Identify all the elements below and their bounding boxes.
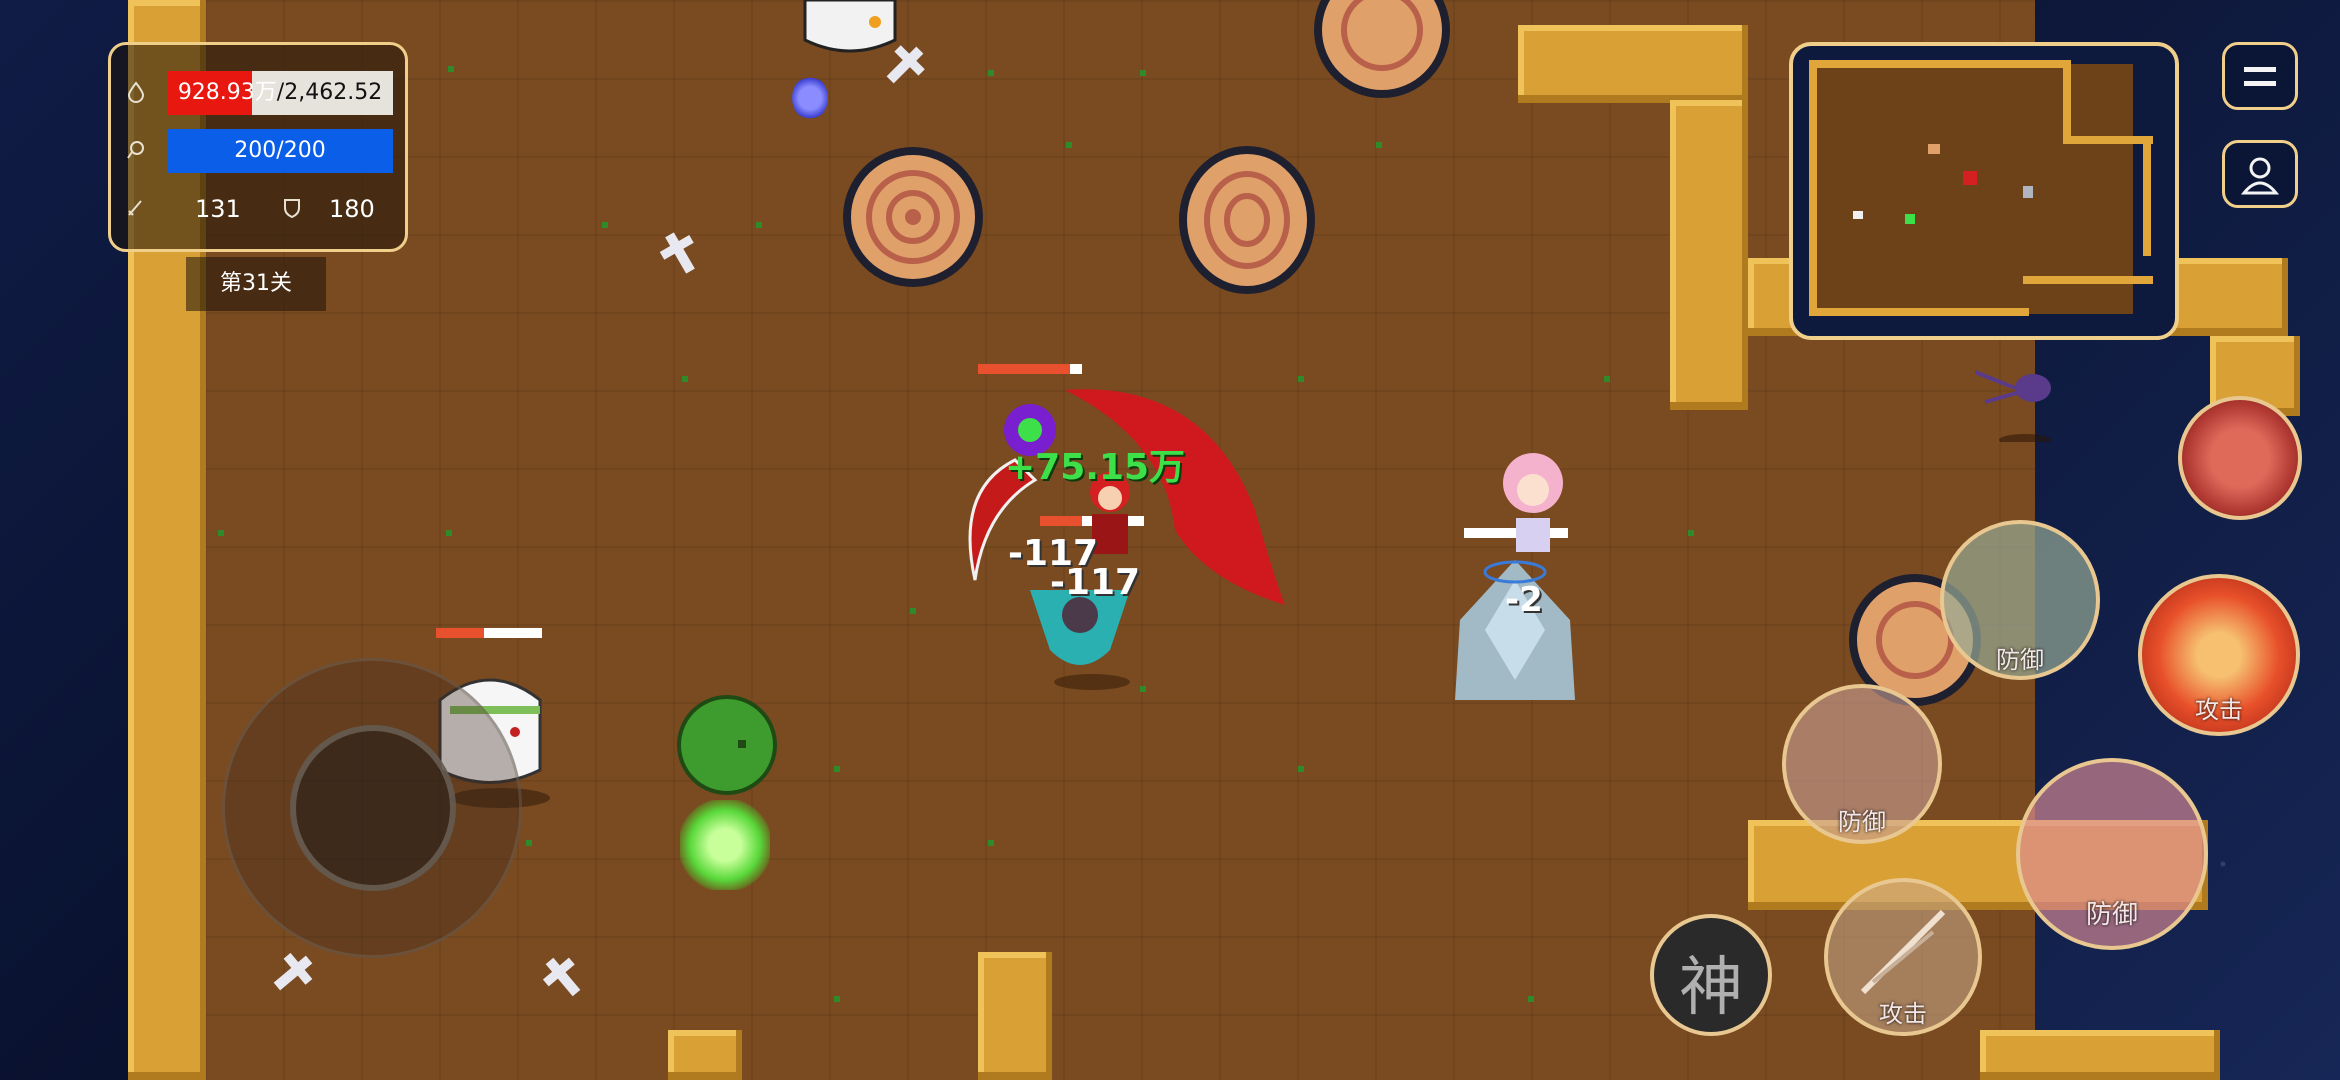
minimap-wall <box>1809 60 2069 68</box>
hp-bar: 928.93万/2,462.52 <box>167 71 393 115</box>
defense-skill-label-1: 防御 <box>1838 808 1886 836</box>
purple-spider-enemy <box>1975 370 2051 442</box>
attack-skill-label-main: 攻击 <box>2195 696 2243 724</box>
ghost-enemy-top <box>803 0 897 53</box>
grass-speck <box>1140 70 1146 76</box>
minimap-wall <box>2143 136 2151 256</box>
grass-speck <box>218 530 224 536</box>
grass-speck <box>1298 376 1304 382</box>
defense-value: 180 <box>329 195 375 223</box>
wooden-stump-2 <box>1179 146 1315 294</box>
attack-skill-button-main[interactable]: 攻击 <box>2138 574 2300 736</box>
mana-icon <box>127 141 144 159</box>
mp-bar: 200/200 <box>167 129 393 173</box>
grass-speck <box>988 840 994 846</box>
minimap-wall <box>2063 136 2153 144</box>
grass-speck <box>1298 766 1304 772</box>
minimap-wall <box>1809 308 2029 316</box>
grass-speck <box>602 222 608 228</box>
minimap-marker <box>1928 144 1940 154</box>
grass-speck <box>988 70 994 76</box>
minimap-marker <box>1853 211 1863 219</box>
rock-block-bottom-2 <box>668 1030 742 1080</box>
grass-speck <box>834 996 840 1002</box>
grass-speck <box>446 530 452 536</box>
bone-item <box>542 957 581 997</box>
grass-speck <box>834 766 840 772</box>
grass-speck <box>1376 142 1382 148</box>
minimap-wall <box>2023 276 2153 284</box>
rock-block-bottom-1 <box>978 952 1052 1080</box>
bone-item <box>659 232 695 274</box>
grass-speck <box>756 222 762 228</box>
grass-speck <box>1528 996 1534 1002</box>
bone-item <box>273 952 313 991</box>
blood-drop-icon <box>127 81 145 103</box>
damage-number: -117 <box>1050 562 1141 603</box>
grass-speck <box>1688 530 1694 536</box>
grass-speck <box>448 66 454 72</box>
green-crystal-gem <box>680 800 770 890</box>
damage-number: -2 <box>1505 580 1543 620</box>
god-skill-label: 神 <box>1679 951 1743 1025</box>
minimap-marker <box>1963 171 1977 185</box>
grass-speck <box>526 840 532 846</box>
grass-speck <box>1604 376 1610 382</box>
enemy-health-bar <box>978 364 1082 374</box>
minimap-wall <box>1809 60 1817 316</box>
grass-speck <box>1140 686 1146 692</box>
ally-pink-hair-girl <box>1503 453 1563 552</box>
minimap[interactable] <box>1789 42 2179 340</box>
menu-button[interactable] <box>2222 42 2298 110</box>
attack-value: 131 <box>195 195 241 223</box>
joystick-thumb[interactable] <box>290 725 456 891</box>
roar-skill-button[interactable] <box>2178 396 2302 520</box>
user-icon <box>2240 157 2280 195</box>
hp-value: 928.93万/2,462.52 <box>177 80 383 105</box>
defense-skill-label-3: 防御 <box>2085 900 2138 930</box>
defense-skill-button-3[interactable]: 防御 <box>2016 758 2208 950</box>
shield-icon <box>284 199 300 219</box>
blue-mana-orb <box>792 76 828 120</box>
rock-column <box>1670 100 1748 410</box>
grass-speck <box>1066 142 1072 148</box>
player-stats-panel: 928.93万/2,462.52 200/200 131 180 <box>108 42 408 252</box>
grass-speck <box>910 608 916 614</box>
heal-number: +75.15万 <box>1005 447 1186 488</box>
god-skill-button[interactable]: 神 <box>1650 914 1772 1036</box>
hp-row: 928.93万/2,462.52 <box>111 71 405 115</box>
stage-level-label: 第31关 <box>186 257 326 311</box>
defense-skill-button-1[interactable]: 防御 <box>1782 684 1942 844</box>
grass-speck <box>682 376 688 382</box>
minimap-marker <box>2023 186 2033 198</box>
sword-icon <box>128 200 142 216</box>
minimap-marker <box>1905 214 1915 224</box>
mp-row: 200/200 <box>111 129 405 173</box>
combat-stats-row: 131 180 <box>111 187 405 231</box>
ghost-health-bar <box>436 628 542 638</box>
profile-button[interactable] <box>2222 140 2298 208</box>
defense-skill-button-2[interactable]: 防御 <box>1940 520 2100 680</box>
green-blob-slime <box>677 695 777 795</box>
minimap-wall <box>2063 60 2071 140</box>
rock-block-bottom-3 <box>1980 1030 2220 1080</box>
wooden-stump-3 <box>1314 0 1450 98</box>
hamburger-icon <box>2244 67 2276 86</box>
rock-wall-top-right <box>1518 25 1748 103</box>
wooden-stump-1 <box>843 147 983 287</box>
attack-skill-button-small[interactable]: 攻击 <box>1824 878 1982 1036</box>
defense-skill-label-2: 防御 <box>1996 646 2044 674</box>
attack-skill-label-small: 攻击 <box>1879 1000 1927 1028</box>
